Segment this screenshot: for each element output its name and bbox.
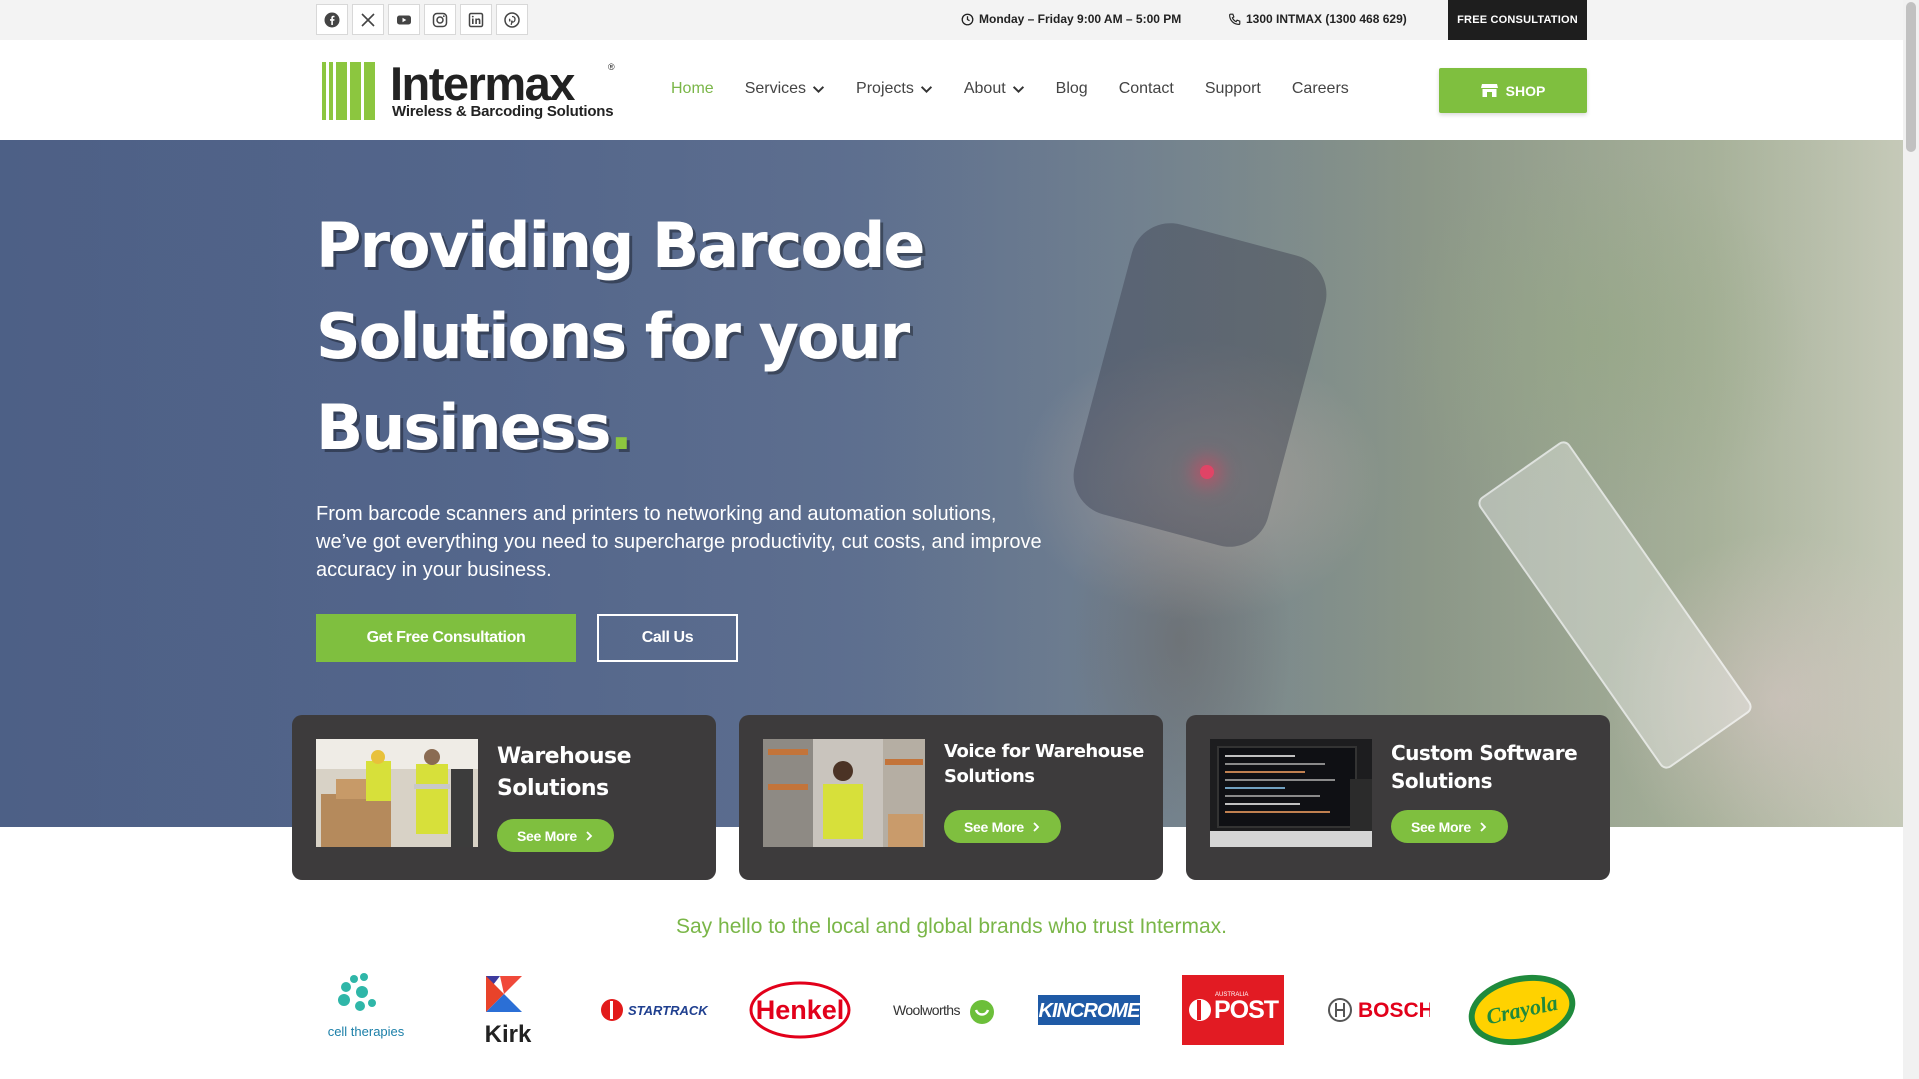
brand-logo-startrack: STARTRACK bbox=[600, 970, 710, 1050]
card-title-line1: Custom Software bbox=[1391, 741, 1578, 765]
kirk-wordmark: Kirk bbox=[485, 1021, 532, 1048]
business-hours: Monday – Friday 9:00 AM – 5:00 PM bbox=[961, 12, 1181, 26]
card-title-line2: Solutions bbox=[497, 776, 609, 801]
nav-blog[interactable]: Blog bbox=[1056, 80, 1088, 98]
card-title: Warehouse Solutions bbox=[497, 741, 632, 805]
bosch-wordmark: BOSCH bbox=[1358, 999, 1430, 1022]
nav-services[interactable]: Services bbox=[745, 80, 825, 98]
nav-projects-label: Projects bbox=[856, 80, 914, 97]
logo-registered-mark: ® bbox=[608, 62, 615, 72]
kincrome-wordmark: KINCROME bbox=[1039, 1000, 1140, 1022]
shop-button[interactable]: SHOP bbox=[1439, 68, 1587, 113]
nav-blog-label: Blog bbox=[1055, 80, 1088, 97]
see-more-label: See More bbox=[517, 827, 577, 844]
see-more-label: See More bbox=[1411, 818, 1471, 835]
card-voice-for-warehouse[interactable]: Voice for Warehouse Solutions See More bbox=[739, 715, 1163, 880]
brands-heading: Say hello to the local and global brands… bbox=[676, 915, 1227, 938]
nav-home[interactable]: Home bbox=[671, 80, 714, 98]
see-more-button[interactable]: See More bbox=[497, 819, 614, 852]
pinterest-icon[interactable] bbox=[496, 4, 528, 35]
card-title-line2: Solutions bbox=[1391, 769, 1493, 793]
brand-logo-crayola: Crayola bbox=[1466, 970, 1578, 1050]
chevron-down-icon bbox=[920, 83, 933, 96]
chevron-right-icon bbox=[1480, 821, 1487, 832]
linkedin-icon[interactable] bbox=[460, 4, 492, 35]
chevron-down-icon bbox=[1012, 83, 1025, 96]
phone-number[interactable]: 1300 INTMAX (1300 468 629) bbox=[1228, 12, 1407, 26]
social-links bbox=[316, 4, 528, 35]
card-title-line2: Solutions bbox=[944, 766, 1035, 787]
nav-services-label: Services bbox=[744, 80, 807, 97]
hero-title-line1: Providing Barcode bbox=[316, 209, 925, 282]
australia-post-wordmark: POST bbox=[1214, 996, 1279, 1024]
hero-title-dot: . bbox=[609, 391, 634, 464]
brand-logo-australia-post: AUSTRALIA POST bbox=[1182, 970, 1284, 1050]
facebook-icon[interactable] bbox=[316, 4, 348, 35]
brand-logo-bosch: BOSCH bbox=[1326, 970, 1430, 1050]
brand-logo-cell-therapies: cell therapies bbox=[316, 970, 416, 1050]
intermax-logo[interactable]: Intermax ® Wireless & Barcoding Solution… bbox=[322, 57, 622, 122]
nav-contact-label: Contact bbox=[1118, 80, 1174, 97]
custom-software-image bbox=[1210, 739, 1372, 847]
main-nav: Home Services Projects About Blog Contac… bbox=[671, 80, 1380, 98]
card-custom-software[interactable]: Custom Software Solutions See More bbox=[1186, 715, 1610, 880]
call-us-button[interactable]: Call Us bbox=[597, 614, 738, 662]
cell-therapies-wordmark: cell therapies bbox=[328, 1024, 405, 1039]
see-more-label: See More bbox=[964, 818, 1024, 835]
get-free-consultation-button[interactable]: Get Free Consultation bbox=[316, 614, 576, 662]
page-scrollbar[interactable] bbox=[1903, 0, 1919, 1079]
hours-text: Monday – Friday 9:00 AM – 5:00 PM bbox=[979, 12, 1182, 26]
clock-icon bbox=[961, 13, 974, 25]
chevron-down-icon bbox=[812, 83, 825, 96]
x-icon[interactable] bbox=[352, 4, 384, 35]
woolworths-wordmark: Woolworths bbox=[893, 1002, 960, 1018]
nav-support-label: Support bbox=[1204, 80, 1261, 97]
startrack-wordmark: STARTRACK bbox=[628, 1003, 709, 1018]
see-more-button[interactable]: See More bbox=[944, 810, 1061, 843]
shop-label: SHOP bbox=[1505, 82, 1546, 99]
card-title: Voice for Warehouse Solutions bbox=[944, 739, 1144, 789]
free-consultation-button[interactable]: FREE CONSULTATION bbox=[1448, 0, 1587, 40]
nav-projects[interactable]: Projects bbox=[856, 80, 933, 98]
card-title-line1: Voice for Warehouse bbox=[944, 741, 1144, 762]
nav-about[interactable]: About bbox=[964, 80, 1025, 98]
brand-logo-woolworths: Woolworths bbox=[890, 970, 1000, 1050]
nav-support[interactable]: Support bbox=[1205, 80, 1261, 98]
nav-careers[interactable]: Careers bbox=[1292, 80, 1349, 98]
henkel-wordmark: Henkel bbox=[756, 995, 845, 1025]
main-header: Intermax ® Wireless & Barcoding Solution… bbox=[0, 40, 1903, 140]
nav-contact[interactable]: Contact bbox=[1119, 80, 1174, 98]
warehouse-workers-image bbox=[316, 739, 478, 847]
phone-icon bbox=[1229, 13, 1241, 25]
nav-careers-label: Careers bbox=[1291, 80, 1349, 97]
brand-logo-henkel: Henkel bbox=[748, 970, 852, 1050]
hero-title: Providing Barcode Solutions for your Bus… bbox=[316, 200, 1076, 473]
top-bar: Monday – Friday 9:00 AM – 5:00 PM 1300 I… bbox=[0, 0, 1903, 40]
scrollbar-thumb[interactable] bbox=[1906, 2, 1916, 152]
card-warehouse-solutions[interactable]: Warehouse Solutions See More bbox=[292, 715, 716, 880]
see-more-button[interactable]: See More bbox=[1391, 810, 1508, 843]
hero-subtitle: From barcode scanners and printers to ne… bbox=[316, 503, 1042, 581]
logo-bars-icon bbox=[322, 62, 375, 120]
hero-title-line2: Solutions for your bbox=[316, 300, 910, 373]
logo-tagline: Wireless & Barcoding Solutions bbox=[392, 103, 614, 120]
hero-title-line3: Business bbox=[316, 391, 612, 464]
card-title-line1: Warehouse bbox=[497, 744, 632, 769]
chevron-right-icon bbox=[1033, 821, 1040, 832]
nav-about-label: About bbox=[963, 80, 1006, 97]
nav-home-label: Home bbox=[671, 80, 714, 97]
phone-text: 1300 INTMAX (1300 468 629) bbox=[1246, 12, 1407, 26]
voice-warehouse-image bbox=[763, 739, 925, 847]
instagram-icon[interactable] bbox=[424, 4, 456, 35]
chevron-right-icon bbox=[586, 830, 593, 841]
youtube-icon[interactable] bbox=[388, 4, 420, 35]
store-icon bbox=[1480, 84, 1498, 97]
brand-logo-kincrome: KINCROME bbox=[1038, 970, 1140, 1050]
brand-logo-kirk: Kirk bbox=[478, 970, 538, 1050]
card-title: Custom Software Solutions bbox=[1391, 739, 1578, 795]
